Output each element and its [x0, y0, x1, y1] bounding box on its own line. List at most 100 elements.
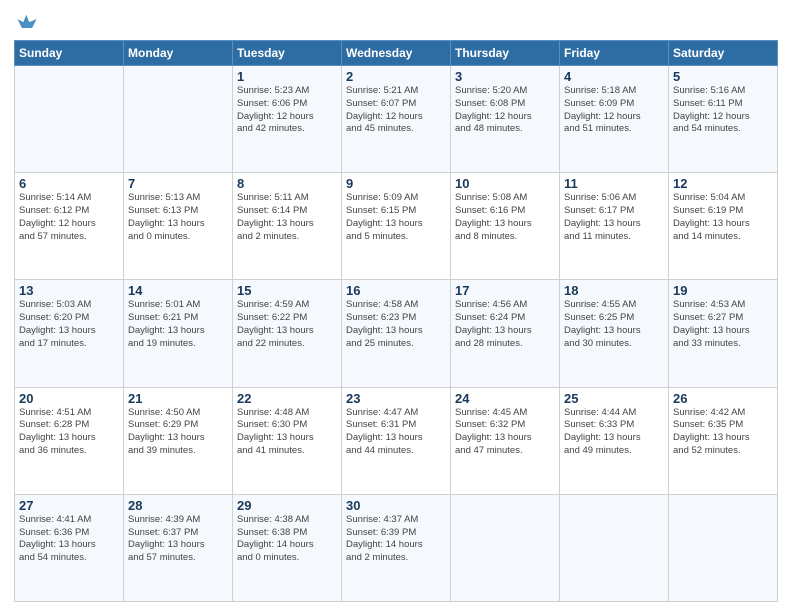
day-number: 26	[673, 391, 773, 406]
calendar-cell: 25Sunrise: 4:44 AM Sunset: 6:33 PM Dayli…	[560, 387, 669, 494]
day-number: 21	[128, 391, 228, 406]
day-info: Sunrise: 4:37 AM Sunset: 6:39 PM Dayligh…	[346, 514, 446, 565]
day-number: 28	[128, 498, 228, 513]
day-info: Sunrise: 4:45 AM Sunset: 6:32 PM Dayligh…	[455, 407, 555, 458]
calendar-cell: 12Sunrise: 5:04 AM Sunset: 6:19 PM Dayli…	[669, 173, 778, 280]
day-info: Sunrise: 5:08 AM Sunset: 6:16 PM Dayligh…	[455, 192, 555, 243]
calendar-cell: 11Sunrise: 5:06 AM Sunset: 6:17 PM Dayli…	[560, 173, 669, 280]
page: SundayMondayTuesdayWednesdayThursdayFrid…	[0, 0, 792, 612]
day-number: 9	[346, 176, 446, 191]
calendar-cell: 29Sunrise: 4:38 AM Sunset: 6:38 PM Dayli…	[233, 494, 342, 601]
day-number: 10	[455, 176, 555, 191]
calendar-cell: 23Sunrise: 4:47 AM Sunset: 6:31 PM Dayli…	[342, 387, 451, 494]
day-info: Sunrise: 4:48 AM Sunset: 6:30 PM Dayligh…	[237, 407, 337, 458]
calendar-cell: 2Sunrise: 5:21 AM Sunset: 6:07 PM Daylig…	[342, 66, 451, 173]
header	[14, 10, 778, 32]
calendar-cell: 7Sunrise: 5:13 AM Sunset: 6:13 PM Daylig…	[124, 173, 233, 280]
day-info: Sunrise: 5:20 AM Sunset: 6:08 PM Dayligh…	[455, 85, 555, 136]
calendar-header-row: SundayMondayTuesdayWednesdayThursdayFrid…	[15, 41, 778, 66]
day-info: Sunrise: 5:01 AM Sunset: 6:21 PM Dayligh…	[128, 299, 228, 350]
calendar-cell: 10Sunrise: 5:08 AM Sunset: 6:16 PM Dayli…	[451, 173, 560, 280]
calendar-cell: 9Sunrise: 5:09 AM Sunset: 6:15 PM Daylig…	[342, 173, 451, 280]
calendar-cell	[560, 494, 669, 601]
day-info: Sunrise: 4:53 AM Sunset: 6:27 PM Dayligh…	[673, 299, 773, 350]
day-info: Sunrise: 4:55 AM Sunset: 6:25 PM Dayligh…	[564, 299, 664, 350]
calendar-week-row: 27Sunrise: 4:41 AM Sunset: 6:36 PM Dayli…	[15, 494, 778, 601]
day-number: 29	[237, 498, 337, 513]
calendar-cell: 30Sunrise: 4:37 AM Sunset: 6:39 PM Dayli…	[342, 494, 451, 601]
weekday-header: Monday	[124, 41, 233, 66]
calendar-cell: 1Sunrise: 5:23 AM Sunset: 6:06 PM Daylig…	[233, 66, 342, 173]
day-info: Sunrise: 4:56 AM Sunset: 6:24 PM Dayligh…	[455, 299, 555, 350]
calendar-cell: 17Sunrise: 4:56 AM Sunset: 6:24 PM Dayli…	[451, 280, 560, 387]
calendar-cell: 28Sunrise: 4:39 AM Sunset: 6:37 PM Dayli…	[124, 494, 233, 601]
day-number: 18	[564, 283, 664, 298]
day-info: Sunrise: 5:09 AM Sunset: 6:15 PM Dayligh…	[346, 192, 446, 243]
day-info: Sunrise: 5:16 AM Sunset: 6:11 PM Dayligh…	[673, 85, 773, 136]
day-info: Sunrise: 5:13 AM Sunset: 6:13 PM Dayligh…	[128, 192, 228, 243]
weekday-header: Thursday	[451, 41, 560, 66]
calendar-cell: 15Sunrise: 4:59 AM Sunset: 6:22 PM Dayli…	[233, 280, 342, 387]
day-info: Sunrise: 4:41 AM Sunset: 6:36 PM Dayligh…	[19, 514, 119, 565]
day-info: Sunrise: 4:58 AM Sunset: 6:23 PM Dayligh…	[346, 299, 446, 350]
calendar-table: SundayMondayTuesdayWednesdayThursdayFrid…	[14, 40, 778, 602]
day-number: 17	[455, 283, 555, 298]
logo-icon	[16, 10, 38, 32]
calendar-week-row: 13Sunrise: 5:03 AM Sunset: 6:20 PM Dayli…	[15, 280, 778, 387]
calendar-week-row: 6Sunrise: 5:14 AM Sunset: 6:12 PM Daylig…	[15, 173, 778, 280]
day-info: Sunrise: 5:06 AM Sunset: 6:17 PM Dayligh…	[564, 192, 664, 243]
day-info: Sunrise: 5:11 AM Sunset: 6:14 PM Dayligh…	[237, 192, 337, 243]
day-info: Sunrise: 4:38 AM Sunset: 6:38 PM Dayligh…	[237, 514, 337, 565]
calendar-week-row: 1Sunrise: 5:23 AM Sunset: 6:06 PM Daylig…	[15, 66, 778, 173]
day-number: 25	[564, 391, 664, 406]
calendar-cell: 21Sunrise: 4:50 AM Sunset: 6:29 PM Dayli…	[124, 387, 233, 494]
day-number: 7	[128, 176, 228, 191]
day-number: 20	[19, 391, 119, 406]
day-info: Sunrise: 4:44 AM Sunset: 6:33 PM Dayligh…	[564, 407, 664, 458]
day-number: 1	[237, 69, 337, 84]
day-info: Sunrise: 4:51 AM Sunset: 6:28 PM Dayligh…	[19, 407, 119, 458]
day-info: Sunrise: 4:47 AM Sunset: 6:31 PM Dayligh…	[346, 407, 446, 458]
day-info: Sunrise: 4:59 AM Sunset: 6:22 PM Dayligh…	[237, 299, 337, 350]
day-info: Sunrise: 4:50 AM Sunset: 6:29 PM Dayligh…	[128, 407, 228, 458]
calendar-cell	[669, 494, 778, 601]
weekday-header: Tuesday	[233, 41, 342, 66]
calendar-week-row: 20Sunrise: 4:51 AM Sunset: 6:28 PM Dayli…	[15, 387, 778, 494]
day-number: 4	[564, 69, 664, 84]
calendar-cell: 20Sunrise: 4:51 AM Sunset: 6:28 PM Dayli…	[15, 387, 124, 494]
day-info: Sunrise: 4:39 AM Sunset: 6:37 PM Dayligh…	[128, 514, 228, 565]
day-info: Sunrise: 4:42 AM Sunset: 6:35 PM Dayligh…	[673, 407, 773, 458]
day-info: Sunrise: 5:21 AM Sunset: 6:07 PM Dayligh…	[346, 85, 446, 136]
calendar-cell: 27Sunrise: 4:41 AM Sunset: 6:36 PM Dayli…	[15, 494, 124, 601]
day-number: 27	[19, 498, 119, 513]
weekday-header: Sunday	[15, 41, 124, 66]
calendar-cell	[15, 66, 124, 173]
day-info: Sunrise: 5:14 AM Sunset: 6:12 PM Dayligh…	[19, 192, 119, 243]
calendar-cell: 6Sunrise: 5:14 AM Sunset: 6:12 PM Daylig…	[15, 173, 124, 280]
day-number: 16	[346, 283, 446, 298]
day-number: 3	[455, 69, 555, 84]
calendar-cell: 22Sunrise: 4:48 AM Sunset: 6:30 PM Dayli…	[233, 387, 342, 494]
calendar-cell: 18Sunrise: 4:55 AM Sunset: 6:25 PM Dayli…	[560, 280, 669, 387]
logo	[14, 10, 38, 32]
day-number: 22	[237, 391, 337, 406]
weekday-header: Wednesday	[342, 41, 451, 66]
calendar-cell	[451, 494, 560, 601]
day-number: 19	[673, 283, 773, 298]
day-info: Sunrise: 5:04 AM Sunset: 6:19 PM Dayligh…	[673, 192, 773, 243]
calendar-cell: 8Sunrise: 5:11 AM Sunset: 6:14 PM Daylig…	[233, 173, 342, 280]
day-number: 12	[673, 176, 773, 191]
calendar-cell: 19Sunrise: 4:53 AM Sunset: 6:27 PM Dayli…	[669, 280, 778, 387]
calendar-cell: 16Sunrise: 4:58 AM Sunset: 6:23 PM Dayli…	[342, 280, 451, 387]
day-info: Sunrise: 5:03 AM Sunset: 6:20 PM Dayligh…	[19, 299, 119, 350]
calendar-cell: 3Sunrise: 5:20 AM Sunset: 6:08 PM Daylig…	[451, 66, 560, 173]
day-number: 30	[346, 498, 446, 513]
calendar-cell: 13Sunrise: 5:03 AM Sunset: 6:20 PM Dayli…	[15, 280, 124, 387]
calendar-cell: 26Sunrise: 4:42 AM Sunset: 6:35 PM Dayli…	[669, 387, 778, 494]
day-number: 8	[237, 176, 337, 191]
weekday-header: Friday	[560, 41, 669, 66]
day-number: 11	[564, 176, 664, 191]
calendar-cell: 4Sunrise: 5:18 AM Sunset: 6:09 PM Daylig…	[560, 66, 669, 173]
day-info: Sunrise: 5:18 AM Sunset: 6:09 PM Dayligh…	[564, 85, 664, 136]
day-info: Sunrise: 5:23 AM Sunset: 6:06 PM Dayligh…	[237, 85, 337, 136]
